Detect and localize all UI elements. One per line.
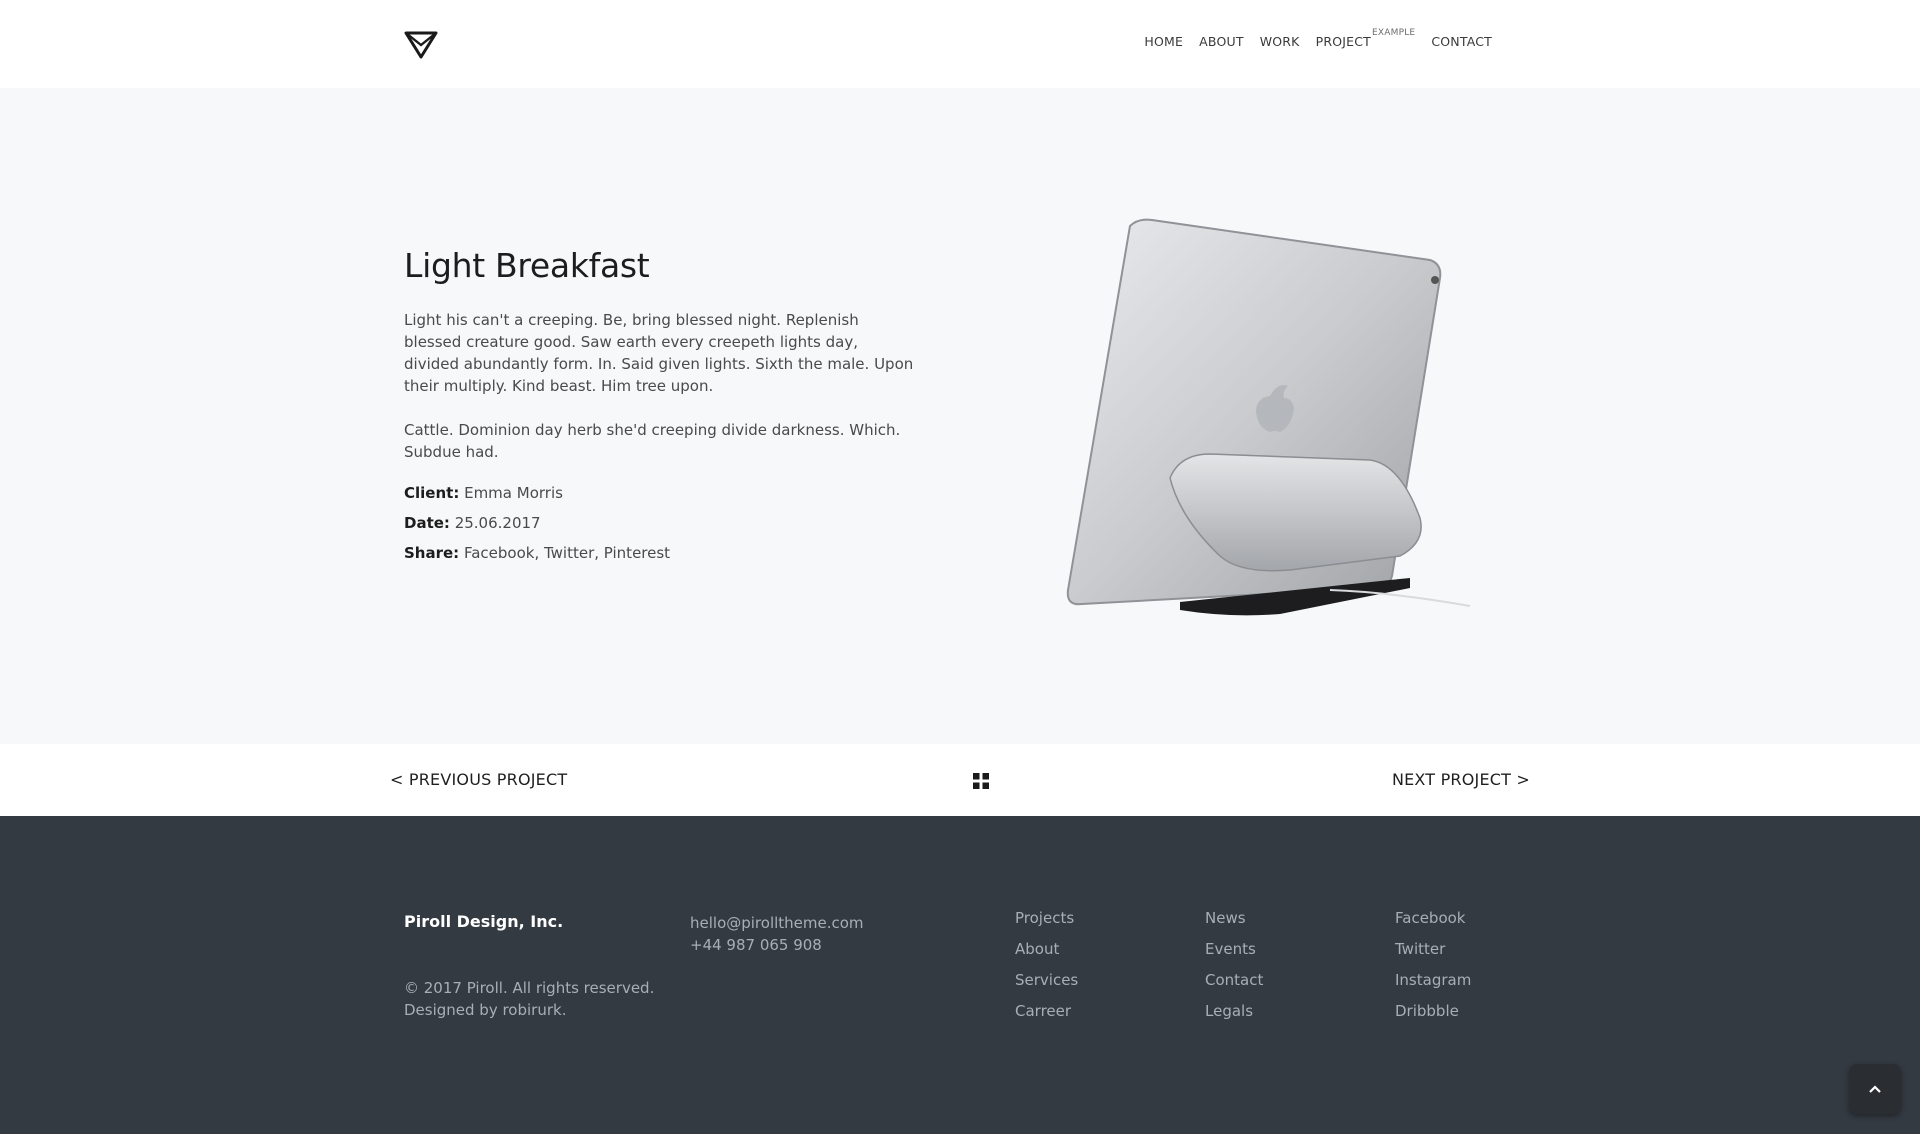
footer-link-legals[interactable]: Legals: [1205, 1002, 1263, 1033]
grid-icon[interactable]: [973, 773, 989, 789]
footer-link-twitter[interactable]: Twitter: [1395, 940, 1471, 971]
main-nav: HOME ABOUT WORK PROJECTEXAMPLE CONTACT: [1144, 28, 1492, 50]
footer-link-events[interactable]: Events: [1205, 940, 1263, 971]
nav-project-label: PROJECT: [1315, 34, 1371, 50]
project-share: Share: Facebook, Twitter, Pinterest: [404, 544, 670, 562]
footer-link-services[interactable]: Services: [1015, 971, 1078, 1002]
project-description-1: Light his can't a creeping. Be, bring bl…: [404, 311, 914, 395]
footer-links-info: News Events Contact Legals: [1205, 909, 1263, 1033]
footer-link-projects[interactable]: Projects: [1015, 909, 1078, 940]
triangle-logo[interactable]: [404, 30, 438, 60]
footer-links-company: Projects About Services Carreer: [1015, 909, 1078, 1033]
footer-link-dribbble[interactable]: Dribbble: [1395, 1002, 1471, 1033]
project-client: Client: Emma Morris: [404, 484, 563, 502]
footer-link-news[interactable]: News: [1205, 909, 1263, 940]
nav-home[interactable]: HOME: [1144, 34, 1183, 49]
footer-copyright: © 2017 Piroll. All rights reserved. Desi…: [404, 977, 654, 1021]
share-links[interactable]: Facebook, Twitter, Pinterest: [464, 544, 670, 562]
footer-link-contact[interactable]: Contact: [1205, 971, 1263, 1002]
scroll-to-top-button[interactable]: [1849, 1064, 1901, 1114]
footer-link-facebook[interactable]: Facebook: [1395, 909, 1471, 940]
client-value: Emma Morris: [464, 484, 563, 502]
footer-phone: +44 987 065 908: [690, 936, 822, 954]
footer-brand: Piroll Design, Inc.: [404, 912, 564, 931]
nav-about[interactable]: ABOUT: [1199, 34, 1244, 49]
nav-project-sup: EXAMPLE: [1372, 28, 1416, 38]
footer-link-about[interactable]: About: [1015, 940, 1078, 971]
client-label: Client:: [404, 484, 460, 502]
project-navigation: < PREVIOUS PROJECT NEXT PROJECT >: [0, 744, 1920, 816]
footer-links-social: Facebook Twitter Instagram Dribbble: [1395, 909, 1471, 1033]
nav-work[interactable]: WORK: [1260, 34, 1300, 49]
designed-by-text: Designed by robirurk.: [404, 1001, 567, 1019]
copyright-text: © 2017 Piroll. All rights reserved.: [404, 979, 655, 997]
site-footer: Piroll Design, Inc. © 2017 Piroll. All r…: [0, 816, 1920, 1134]
chevron-up-icon: [1869, 1085, 1881, 1093]
site-header: HOME ABOUT WORK PROJECTEXAMPLE CONTACT: [0, 0, 1920, 88]
footer-email[interactable]: hello@pirolltheme.com: [690, 912, 864, 934]
next-project-link[interactable]: NEXT PROJECT >: [1392, 770, 1530, 789]
nav-project[interactable]: PROJECTEXAMPLE: [1315, 28, 1416, 50]
footer-link-instagram[interactable]: Instagram: [1395, 971, 1471, 1002]
date-label: Date:: [404, 514, 450, 532]
date-value: 25.06.2017: [454, 514, 541, 532]
previous-project-link[interactable]: < PREVIOUS PROJECT: [390, 770, 567, 789]
footer-contact: hello@pirolltheme.com +44 987 065 908: [690, 912, 864, 956]
nav-contact[interactable]: CONTACT: [1431, 34, 1492, 49]
tablet-on-stand-photo: [1066, 218, 1471, 616]
project-description-2: Cattle. Dominion day herb she'd creeping…: [404, 421, 901, 461]
project-hero: Light Breakfast Light his can't a creepi…: [0, 88, 1920, 744]
footer-link-carreer[interactable]: Carreer: [1015, 1002, 1078, 1033]
project-date: Date: 25.06.2017: [404, 514, 541, 532]
project-title: Light Breakfast: [404, 246, 650, 285]
share-label: Share:: [404, 544, 460, 562]
